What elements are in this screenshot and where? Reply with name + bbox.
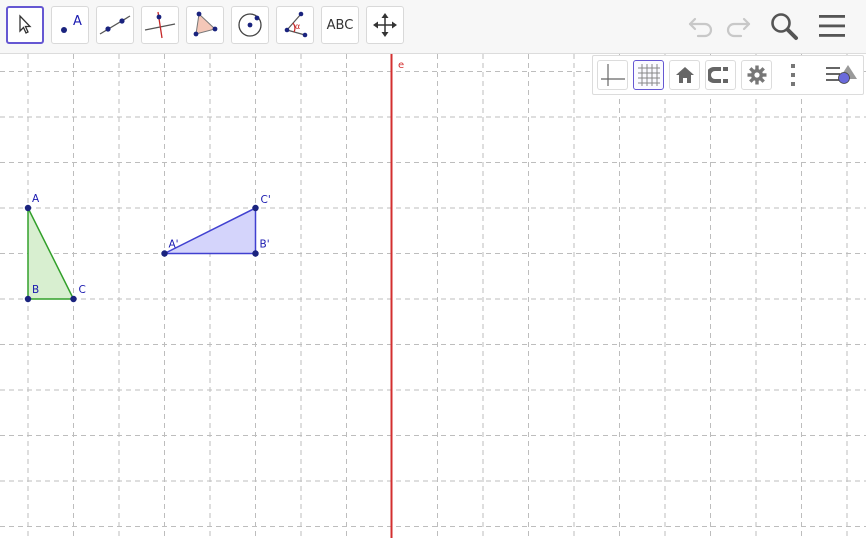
point-label: B — [32, 284, 39, 296]
more-options-button[interactable] — [783, 60, 803, 90]
toggle-algebra-view-icon — [826, 65, 857, 84]
axes-toggle-icon — [600, 64, 625, 86]
text-tool-label: ABC — [326, 17, 354, 33]
triangles-layer — [27, 206, 257, 300]
point-label: C' — [261, 194, 271, 206]
circle-with-center-icon — [238, 13, 262, 37]
magnet-snap-icon — [707, 67, 728, 83]
circle-tool-button[interactable] — [231, 6, 269, 44]
graphics-settings-button[interactable] — [741, 60, 772, 90]
home-icon — [675, 67, 694, 83]
move-graphics-view-tool-button[interactable] — [366, 6, 404, 44]
point-tool-button[interactable]: A — [51, 6, 89, 44]
point-C-prime[interactable] — [252, 204, 259, 212]
toggle-axes-button[interactable] — [597, 60, 628, 90]
search-icon — [771, 13, 798, 40]
grid — [0, 54, 866, 538]
text-tool-button[interactable]: ABC — [321, 6, 359, 44]
svg-text:A: A — [73, 14, 82, 29]
polygon-tool-button[interactable] — [186, 6, 224, 44]
standard-view-button[interactable] — [669, 60, 700, 90]
point-label: C — [79, 284, 86, 296]
toggle-grid-button[interactable] — [633, 60, 664, 90]
point-B[interactable] — [24, 295, 32, 303]
menu-icon — [819, 15, 845, 37]
point-A-prime[interactable] — [161, 250, 168, 257]
redo-button[interactable] — [720, 8, 756, 44]
move-arrows-icon — [373, 13, 397, 37]
redo-icon — [726, 17, 751, 38]
line-tool-button[interactable] — [96, 6, 134, 44]
point-B-prime[interactable] — [252, 250, 259, 257]
perpendicular-line-tool-button[interactable] — [141, 6, 179, 44]
search-button[interactable] — [766, 8, 802, 44]
more-options-icon — [791, 64, 795, 86]
style-bar — [592, 55, 864, 95]
point-capturing-button[interactable] — [705, 60, 736, 90]
polygon-icon — [193, 11, 218, 37]
perpendicular-line-icon — [144, 11, 176, 39]
grid-toggle-icon — [637, 64, 660, 86]
undo-icon — [688, 17, 713, 38]
undo-button[interactable] — [683, 8, 719, 44]
point-label: A — [32, 193, 40, 205]
angle-tool-button[interactable]: α — [276, 6, 314, 44]
point-A[interactable] — [24, 204, 32, 212]
main-menu-button[interactable] — [814, 8, 850, 44]
line-through-points-icon — [99, 15, 131, 35]
point-C[interactable] — [70, 295, 77, 303]
move-tool-button[interactable] — [6, 6, 44, 44]
point-icon: A — [61, 14, 82, 33]
point-label: A' — [169, 239, 179, 251]
angle-icon: α — [284, 11, 308, 38]
mirror-line-label: e — [398, 60, 404, 71]
toggle-algebra-view-button[interactable] — [823, 60, 861, 90]
point-label: B' — [260, 239, 270, 251]
toolbar: A α ABC — [0, 0, 866, 54]
svg-text:α: α — [295, 22, 300, 31]
graphics-view[interactable]: e A B C A' B' C' — [0, 54, 866, 538]
gear-icon — [747, 65, 766, 85]
cursor-arrow-icon — [19, 14, 32, 34]
